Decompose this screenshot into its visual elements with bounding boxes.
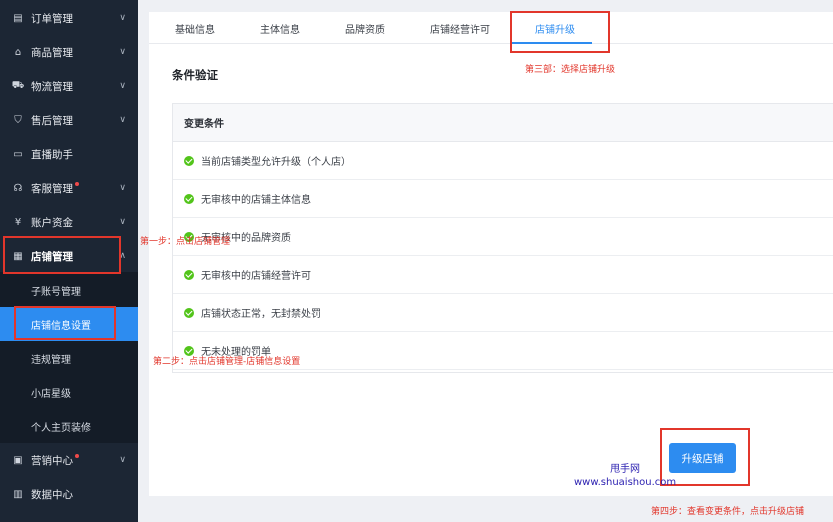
active-tab-indicator bbox=[512, 42, 592, 44]
sidebar-item-live[interactable]: ▭ 直播助手 bbox=[0, 137, 138, 171]
watermark: 甩手网 www.shuaishou.com bbox=[574, 463, 676, 489]
sidebar-item-label: 数据中心 bbox=[31, 488, 73, 501]
check-circle-icon bbox=[184, 269, 194, 280]
sidebar-item-orders[interactable]: ▤ 订单管理 ∨ bbox=[0, 1, 138, 35]
video-icon: ▭ bbox=[13, 148, 23, 160]
tab-bar: 基础信息 主体信息 品牌资质 店铺经营许可 店铺升级 bbox=[149, 12, 833, 44]
annotation-step3: 第三部：选择店铺升级 bbox=[525, 65, 616, 75]
watermark-url: www.shuaishou.com bbox=[574, 477, 677, 488]
table-row: 无审核中的店铺经营许可 bbox=[173, 256, 833, 294]
chevron-down-icon: ∨ bbox=[119, 217, 126, 227]
table-row: 无审核中的店铺主体信息 bbox=[173, 180, 833, 218]
store-icon: ▦ bbox=[13, 250, 23, 262]
section-title: 条件验证 bbox=[172, 68, 218, 82]
table-header: 变更条件 bbox=[173, 104, 833, 142]
tab-basic-info[interactable]: 基础信息 bbox=[175, 21, 215, 36]
submenu-store-info-settings[interactable]: 店铺信息设置 bbox=[0, 307, 138, 341]
sidebar-item-label: 直播助手 bbox=[31, 148, 73, 161]
sidebar-item-label: 订单管理 bbox=[31, 12, 73, 25]
condition-text: 无审核中的店铺主体信息 bbox=[201, 195, 311, 206]
truck-icon: ⛟ bbox=[11, 79, 25, 91]
sidebar-item-logistics[interactable]: ⛟ 物流管理 ∨ bbox=[0, 69, 138, 103]
sidebar-item-aftersales[interactable]: ⛉ 售后管理 ∨ bbox=[0, 103, 138, 137]
sidebar-item-label: 客服管理 bbox=[31, 182, 73, 195]
annotation-step1: 第一步：点击店铺管理 bbox=[140, 237, 231, 247]
yen-icon: ¥ bbox=[14, 216, 22, 228]
annotation-step4: 第四步：查看变更条件，点击升级店铺 bbox=[651, 507, 805, 517]
chevron-down-icon: ∨ bbox=[119, 81, 126, 91]
sidebar-item-products[interactable]: ⌂ 商品管理 ∨ bbox=[0, 35, 138, 69]
table-row: 当前店铺类型允许升级（个人店） bbox=[173, 142, 833, 180]
watermark-name: 甩手网 bbox=[610, 464, 641, 475]
sidebar-item-marketing[interactable]: ▣ 营销中心 ∨ bbox=[0, 443, 138, 477]
order-icon: ▤ bbox=[13, 12, 23, 24]
table-row: 无审核中的品牌资质 bbox=[173, 218, 833, 256]
sidebar-item-label: 商品管理 bbox=[31, 46, 73, 59]
tab-store-upgrade[interactable]: 店铺升级 bbox=[535, 21, 575, 36]
sidebar-item-data[interactable]: ▥ 数据中心 bbox=[0, 477, 138, 511]
sidebar-item-label: 店铺管理 bbox=[31, 250, 73, 263]
submenu-homepage-decoration[interactable]: 个人主页装修 bbox=[0, 409, 138, 443]
submenu-store-rating[interactable]: 小店星级 bbox=[0, 375, 138, 409]
chevron-down-icon: ∨ bbox=[119, 115, 126, 125]
main-panel: 基础信息 主体信息 品牌资质 店铺经营许可 店铺升级 条件验证 变更条件 当前店… bbox=[149, 12, 833, 496]
check-circle-icon bbox=[184, 307, 194, 318]
condition-text: 店铺状态正常，无封禁处罚 bbox=[201, 309, 321, 320]
notification-dot bbox=[75, 454, 79, 458]
upgrade-store-button[interactable]: 升级店铺 bbox=[669, 443, 736, 473]
tab-business-license[interactable]: 店铺经营许可 bbox=[430, 21, 490, 36]
chevron-down-icon: ∨ bbox=[119, 13, 126, 23]
condition-text: 当前店铺类型允许升级（个人店） bbox=[201, 157, 351, 168]
chart-icon: ▥ bbox=[13, 488, 23, 500]
sidebar-item-label: 账户资金 bbox=[31, 216, 73, 229]
chevron-up-icon: ∧ bbox=[119, 251, 126, 261]
notification-dot bbox=[75, 182, 79, 186]
submenu-violations[interactable]: 违规管理 bbox=[0, 341, 138, 375]
tab-brand-qualification[interactable]: 品牌资质 bbox=[345, 21, 385, 36]
sidebar-item-service[interactable]: ☊ 客服管理 ∨ bbox=[0, 171, 138, 205]
conditions-table: 变更条件 当前店铺类型允许升级（个人店） 无审核中的店铺主体信息 无审核中的品牌… bbox=[172, 103, 833, 373]
tab-entity-info[interactable]: 主体信息 bbox=[260, 21, 300, 36]
sidebar-item-label: 物流管理 bbox=[31, 80, 73, 93]
marketing-icon: ▣ bbox=[13, 454, 23, 466]
check-circle-icon bbox=[184, 155, 194, 166]
sidebar-item-funds[interactable]: ¥ 账户资金 ∨ bbox=[0, 205, 138, 239]
annotation-step2: 第二步：点击店铺管理-店铺信息设置 bbox=[153, 357, 301, 367]
sidebar-item-label: 售后管理 bbox=[31, 114, 73, 127]
sidebar: ▤ 订单管理 ∨ ⌂ 商品管理 ∨ ⛟ 物流管理 ∨ ⛉ 售后管理 ∨ ▭ 直播… bbox=[0, 0, 138, 522]
sidebar-item-store[interactable]: ▦ 店铺管理 ∧ bbox=[0, 239, 138, 273]
shield-icon: ⛉ bbox=[14, 114, 22, 126]
sidebar-item-label: 营销中心 bbox=[31, 454, 73, 467]
chevron-down-icon: ∨ bbox=[119, 47, 126, 57]
check-circle-icon bbox=[184, 193, 194, 204]
submenu-sub-accounts[interactable]: 子账号管理 bbox=[0, 273, 138, 307]
condition-text: 无审核中的店铺经营许可 bbox=[201, 271, 311, 282]
product-icon: ⌂ bbox=[14, 46, 22, 58]
table-row: 店铺状态正常，无封禁处罚 bbox=[173, 294, 833, 332]
chevron-down-icon: ∨ bbox=[119, 183, 126, 193]
headset-icon: ☊ bbox=[13, 182, 23, 194]
chevron-down-icon: ∨ bbox=[119, 455, 126, 465]
